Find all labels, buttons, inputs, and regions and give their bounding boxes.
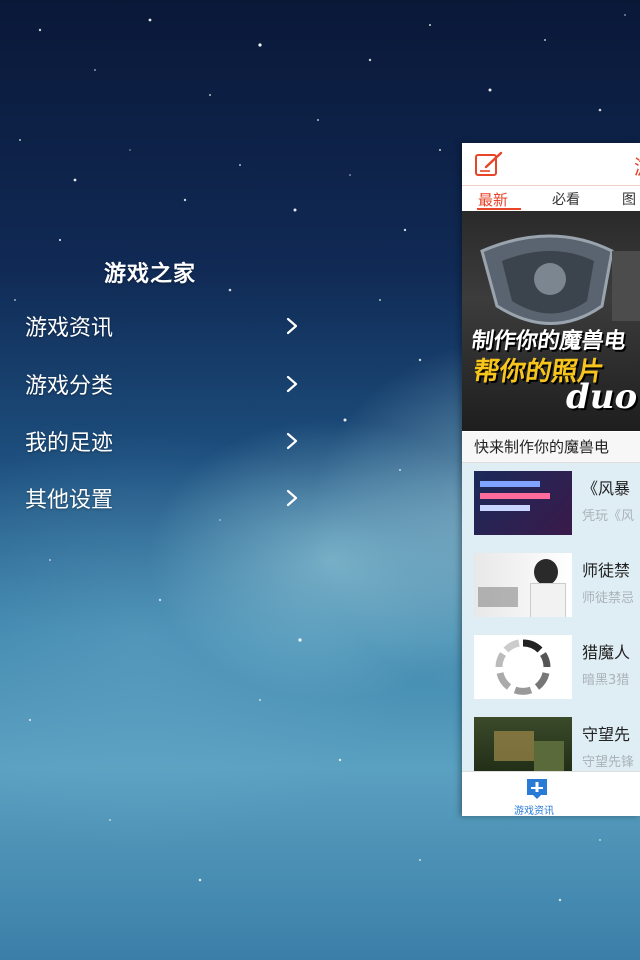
- news-title: 守望先: [582, 725, 631, 744]
- edit-icon[interactable]: [474, 151, 504, 177]
- app-content-panel[interactable]: 游 最新 必看 图 制作你的魔兽电 帮你的照片 duo 快来制作你的魔兽电 《风…: [462, 143, 640, 816]
- news-thumbnail: [474, 553, 572, 617]
- bottom-tab-bar: 游戏资讯: [462, 771, 640, 816]
- tab-latest[interactable]: 最新: [478, 189, 508, 210]
- menu-item-other-settings[interactable]: 其他设置: [25, 478, 300, 518]
- news-subtitle: 师徒禁忌: [582, 591, 635, 606]
- news-tab-icon[interactable]: [526, 778, 548, 800]
- news-item[interactable]: 《风暴 凭玩《风: [462, 463, 640, 546]
- loading-spinner-icon: [495, 639, 551, 695]
- menu-item-label: 其他设置: [25, 488, 114, 513]
- banner-caption: 快来制作你的魔兽电: [462, 432, 640, 463]
- tab-game-news[interactable]: 游戏资讯: [514, 802, 554, 816]
- active-tab-indicator: [477, 208, 521, 210]
- news-subtitle: 暗黑3猎: [582, 673, 630, 688]
- app-header: 游: [462, 143, 640, 186]
- news-title: 师徒禁: [582, 561, 631, 580]
- side-menu: 游戏之家 游戏资讯 游戏分类 我的足迹 其他设置: [0, 0, 320, 960]
- banner-line-3: duo: [566, 377, 638, 417]
- news-thumbnail: [474, 635, 572, 699]
- news-title: 猎魔人: [582, 643, 631, 662]
- chevron-right-icon: [286, 375, 298, 393]
- chevron-right-icon: [286, 489, 298, 507]
- chevron-right-icon: [286, 317, 298, 335]
- menu-item-label: 游戏资讯: [25, 316, 114, 341]
- news-title: 《风暴: [582, 479, 631, 498]
- tab-pictures[interactable]: 图: [622, 189, 636, 209]
- banner-image[interactable]: 制作你的魔兽电 帮你的照片 duo: [462, 211, 640, 431]
- news-item[interactable]: 猎魔人 暗黑3猎: [462, 627, 640, 710]
- news-subtitle: 凭玩《风: [582, 509, 635, 524]
- chevron-right-icon: [286, 432, 298, 450]
- menu-item-game-news[interactable]: 游戏资讯: [25, 306, 300, 346]
- menu-item-my-history[interactable]: 我的足迹: [25, 421, 300, 461]
- header-title: 游: [634, 151, 640, 180]
- tab-must-see[interactable]: 必看: [552, 189, 580, 209]
- menu-item-label: 游戏分类: [25, 374, 114, 399]
- menu-title: 游戏之家: [104, 262, 197, 287]
- menu-item-game-categories[interactable]: 游戏分类: [25, 364, 300, 404]
- news-item[interactable]: 师徒禁 师徒禁忌: [462, 545, 640, 628]
- category-tabs: 最新 必看 图: [462, 186, 640, 210]
- menu-item-label: 我的足迹: [25, 431, 114, 456]
- news-subtitle: 守望先锋: [582, 755, 635, 770]
- news-thumbnail: [474, 471, 572, 535]
